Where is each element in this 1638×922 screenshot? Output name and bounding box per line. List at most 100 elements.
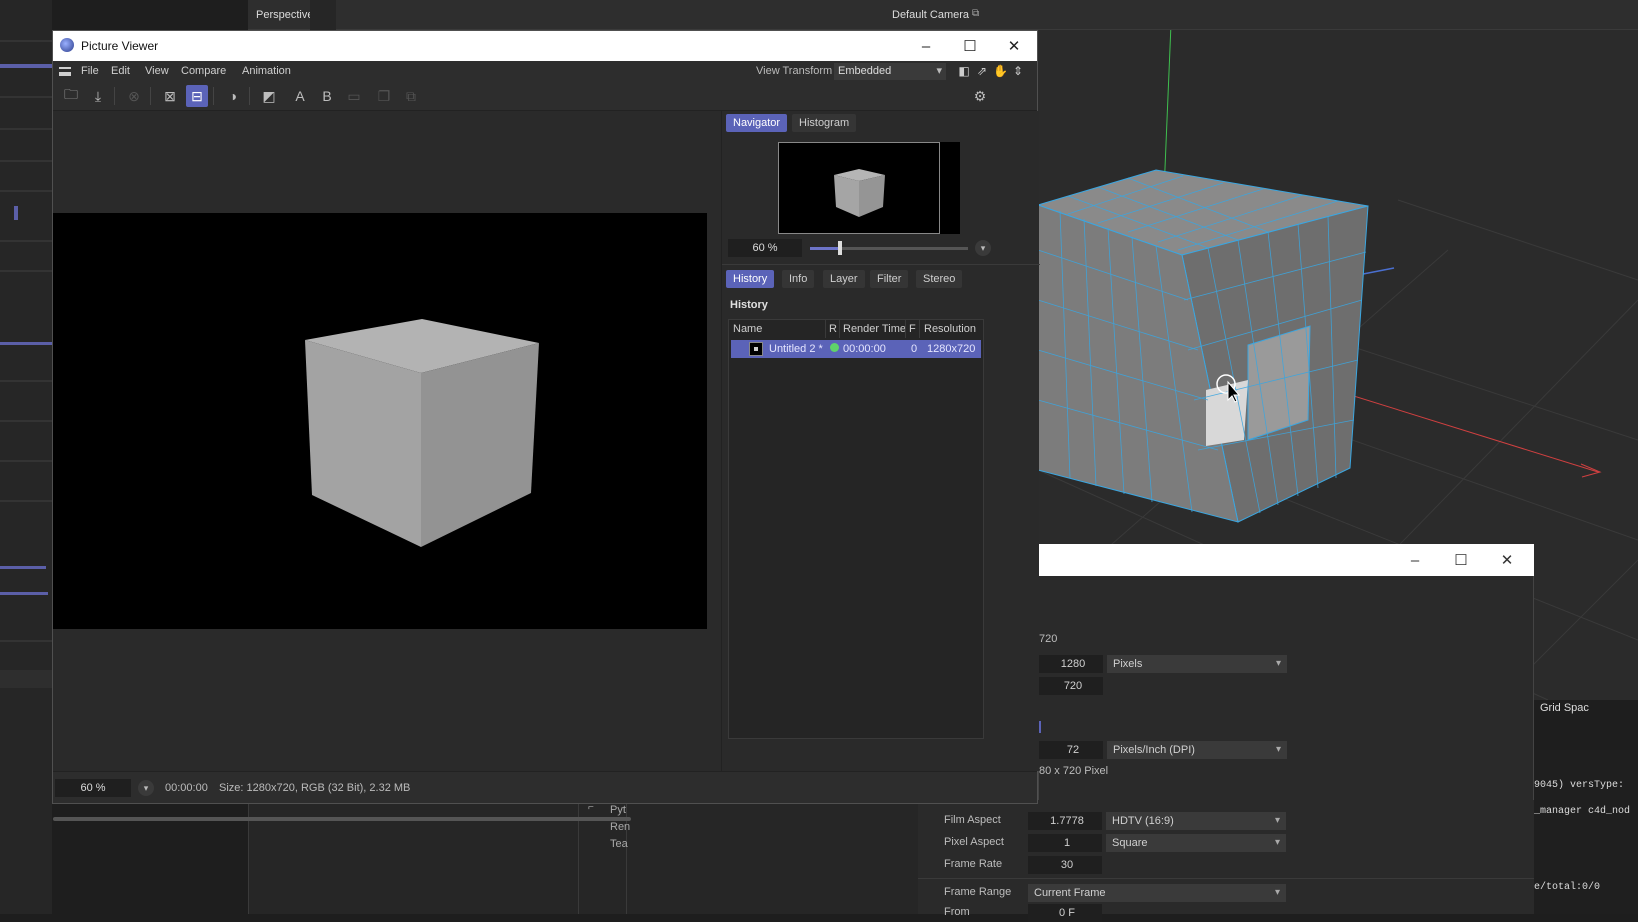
cinema4d-logo-icon [60,38,74,52]
menu-compare[interactable]: Compare [181,65,226,77]
horizontal-scrollbar[interactable] [53,817,631,821]
col-resolution[interactable]: Resolution [924,323,976,335]
layer-stack-icon[interactable]: ❐ [373,85,395,107]
compare-ab-icon[interactable]: ◩ [258,85,280,107]
row-name: Untitled 2 * [769,343,823,355]
film-aspect-field[interactable]: 1.7778 [1028,812,1102,830]
col-r[interactable]: R [829,323,837,335]
panel-item-ren[interactable]: Ren [610,821,630,833]
split-view-icon[interactable]: ◧ [957,64,971,78]
from-field[interactable]: 0 F [1028,904,1102,922]
tab-navigator[interactable]: Navigator [726,114,788,132]
status-bar: 60 % ▾ 00:00:00 Size: 1280x720, RGB (32 … [53,771,1037,803]
render-region-icon[interactable]: ⊠ [159,85,181,107]
external-window-icon[interactable]: ⇗ [975,64,989,78]
zoom-slider-knob[interactable] [838,241,842,255]
navigator-cube [834,169,885,217]
x-axis-arrow [1580,463,1602,478]
history-table: Name R Render Time F Resolution Untitled… [728,319,984,739]
panel-item-pyt[interactable]: Pyt [610,804,626,816]
set-b-icon[interactable]: B [316,85,338,107]
row-render-time: 00:00:00 [843,343,886,355]
pixel-aspect-label: Pixel Aspect [944,836,1004,848]
camera-label[interactable]: Default Camera [892,9,969,21]
menu-view[interactable]: View [145,65,169,77]
viewport-header: Perspective Default Camera ⧉ [248,0,1638,30]
viewport-name[interactable]: Perspective [256,9,313,21]
settings-gear-icon[interactable]: ⚙ [969,85,991,107]
open-folder-icon[interactable]: 🗀 [60,85,82,107]
resolution-field[interactable]: 72 [1039,741,1103,759]
minimize-icon[interactable]: – [1392,544,1438,576]
console-line: e/total:0/0 [1534,882,1601,893]
tab-info[interactable]: Info [782,270,815,288]
table-row[interactable]: Untitled 2 * 00:00:00 0 1280x720 [731,340,981,358]
contrast-icon[interactable]: ◑ [222,85,244,107]
view-transform-label: View Transform [756,65,833,77]
render-thumbnail-icon [749,342,763,356]
tab-layer[interactable]: Layer [823,270,865,288]
render-settings-lower: Film Aspect 1.7778 HDTV (16:9) Pixel Asp… [918,800,1538,922]
frame-range-select[interactable]: Current Frame [1028,884,1286,902]
film-aspect-label: Film Aspect [944,814,1001,826]
row-resolution: 1280x720 [927,343,976,355]
tab-filter[interactable]: Filter [870,270,909,288]
navigator-thumbnail[interactable] [778,142,940,234]
cube-render [305,319,539,547]
zoom-field[interactable]: 60 % [728,239,802,257]
maximize-icon[interactable]: ☐ [1438,544,1484,576]
image-canvas-area[interactable] [53,111,719,821]
grid-spacing-label: Grid Spac [1540,702,1589,714]
close-icon[interactable]: ✕ [991,31,1037,61]
layer-copy-icon[interactable]: ⧉ [400,85,422,107]
width-unit-select[interactable]: Pixels [1107,655,1287,673]
hamburger-menu-icon[interactable] [59,67,71,76]
camera-lock-icon[interactable]: ⧉ [972,8,979,19]
console-line: 9045) versType: [1534,780,1625,791]
maximize-icon[interactable]: ☐ [947,31,993,61]
col-name[interactable]: Name [733,323,762,335]
set-a-icon[interactable]: A [289,85,311,107]
hand-pan-icon[interactable]: ✋ [993,64,1008,78]
height-field[interactable]: 720 [1039,677,1103,695]
view-transform-select[interactable]: Embedded [834,63,946,80]
render-full-icon[interactable]: ⊟ [186,85,208,107]
tab-stereo[interactable]: Stereo [916,270,963,288]
col-render-time[interactable]: Render Time [843,323,906,335]
minimize-icon[interactable]: – [903,31,949,61]
slider-track-2 [0,592,48,595]
console-panel: 9045) versType: _manager c4d_nod e/total… [1534,750,1638,914]
zoom-dropdown-icon[interactable]: ▾ [975,240,991,256]
frame-range-label: Frame Range [944,886,1012,898]
selected-row-highlight [0,64,52,68]
zoom-slider-fill [810,247,840,250]
console-line: _manager c4d_nod [1534,806,1631,817]
panel-item-tea[interactable]: Tea [610,838,628,850]
close-icon[interactable]: ✕ [1484,544,1530,576]
window-title: Picture Viewer [81,39,159,53]
swap-ab-icon[interactable]: ▭ [343,85,365,107]
viewport-header-divider [310,0,336,30]
film-aspect-select[interactable]: HDTV (16:9) [1106,812,1286,830]
status-zoom-dropdown-icon[interactable]: ▾ [138,780,154,796]
col-frame[interactable]: F [909,323,916,335]
frame-rate-field[interactable]: 30 [1028,856,1102,874]
status-time: 00:00:00 [165,782,208,794]
save-icon[interactable]: ⤓ [87,85,109,107]
tab-histogram[interactable]: Histogram [792,114,857,132]
tab-history[interactable]: History [726,270,775,288]
status-zoom-field[interactable]: 60 % [55,779,131,797]
subdivided-cube[interactable] [1036,169,1369,523]
pixel-aspect-select[interactable]: Square [1106,834,1286,852]
pin-icon[interactable]: ⇕ [1011,64,1025,78]
pixel-aspect-field[interactable]: 1 [1028,834,1102,852]
menu-file[interactable]: File [81,65,99,77]
menu-edit[interactable]: Edit [111,65,130,77]
slider-track-1 [0,566,46,569]
picture-viewer-titlebar[interactable]: Picture Viewer – ☐ ✕ [53,31,1037,61]
menu-animation[interactable]: Animation [242,65,291,77]
width-field[interactable]: 1280 [1039,655,1103,673]
navigator-thumbnail-edge [940,142,960,234]
resolution-unit-select[interactable]: Pixels/Inch (DPI) [1107,741,1287,759]
stop-render-icon[interactable]: ⊗ [123,85,145,107]
